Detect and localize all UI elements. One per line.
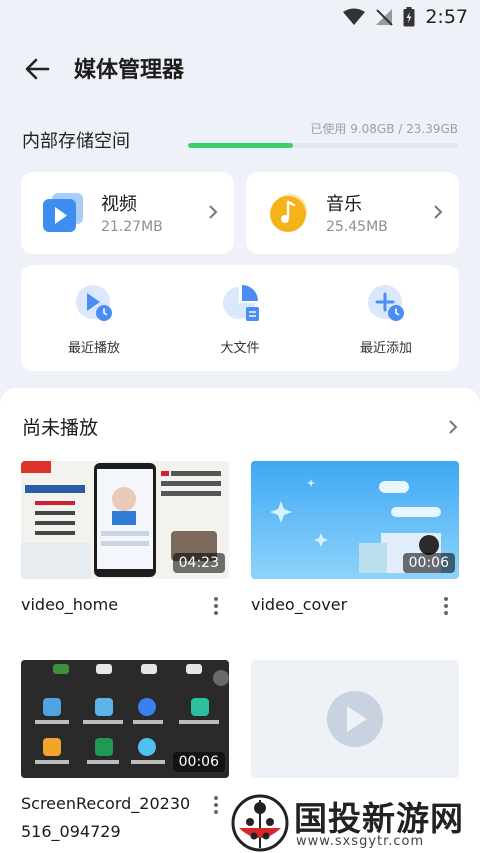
music-category-card[interactable]: 音乐 25.45MB	[246, 172, 459, 254]
storage-progress-fill	[188, 143, 293, 148]
video-name: video_cover	[251, 595, 348, 614]
watermark-text: 国投新游网	[294, 799, 464, 838]
chevron-right-icon[interactable]	[448, 419, 458, 435]
recent-play-icon	[76, 285, 112, 321]
wifi-icon	[343, 8, 366, 25]
storage-progress-bar	[188, 143, 458, 148]
recent-add-label: 最近添加	[359, 341, 412, 356]
video-item[interactable]: 00:06 ScreenRecord_20230516_094729	[21, 660, 229, 850]
video-category-card[interactable]: 视频 21.27MB	[21, 172, 234, 254]
no-signal-icon	[376, 9, 394, 26]
large-file-icon	[223, 285, 259, 321]
video-name: ScreenRecord_20230516_094729	[21, 794, 191, 841]
section-title: 尚未播放	[22, 417, 99, 439]
video-category-size: 21.27MB	[101, 219, 163, 235]
recent-play-label: 最近播放	[67, 341, 120, 356]
play-placeholder-icon	[327, 691, 383, 747]
more-options-icon[interactable]	[443, 597, 449, 617]
music-category-size: 25.45MB	[326, 219, 388, 235]
large-file-button[interactable]: 大文件	[167, 265, 313, 371]
recent-play-button[interactable]: 最近播放	[21, 265, 167, 371]
storage-used-text: 已使用 9.08GB / 23.39GB	[310, 122, 458, 136]
unplayed-section: 尚未播放 04:23 video_home 00:06 video_cover …	[0, 388, 480, 853]
video-thumbnail[interactable]	[251, 660, 459, 778]
more-options-icon[interactable]	[213, 796, 219, 816]
recent-add-icon	[368, 285, 404, 321]
page-title: 媒体管理器	[74, 58, 185, 83]
video-duration: 04:23	[172, 553, 225, 573]
watermark-url: www.sxsgytr.com	[296, 834, 425, 849]
video-icon	[43, 193, 83, 232]
more-options-icon[interactable]	[213, 597, 219, 617]
chevron-right-icon	[209, 205, 218, 219]
back-arrow-icon[interactable]	[22, 54, 52, 84]
video-thumbnail[interactable]: 04:23	[21, 461, 229, 579]
status-bar: 2:57	[0, 0, 480, 34]
battery-icon	[403, 7, 415, 27]
video-thumbnail[interactable]: 00:06	[251, 461, 459, 579]
recent-add-button[interactable]: 最近添加	[313, 265, 459, 371]
music-category-name: 音乐	[326, 194, 362, 215]
quick-actions-card: 最近播放 大文件 最近添加	[21, 265, 459, 371]
video-duration: 00:06	[402, 553, 455, 573]
chevron-right-icon	[434, 205, 443, 219]
ladybug-logo-icon	[231, 794, 289, 852]
video-category-name: 视频	[101, 194, 137, 215]
video-item[interactable]: 04:23 video_home	[21, 461, 229, 636]
large-file-label: 大文件	[220, 341, 260, 356]
music-icon	[270, 194, 307, 232]
video-item[interactable]: 00:06 video_cover	[251, 461, 459, 636]
status-time: 2:57	[425, 6, 468, 28]
watermark: 国投新游网 www.sxsgytr.com	[230, 790, 475, 853]
video-name: video_home	[21, 595, 119, 614]
app-bar: 媒体管理器	[0, 48, 480, 88]
storage-label: 内部存储空间	[22, 131, 130, 152]
video-duration: 00:06	[172, 752, 225, 772]
video-thumbnail[interactable]: 00:06	[21, 660, 229, 778]
